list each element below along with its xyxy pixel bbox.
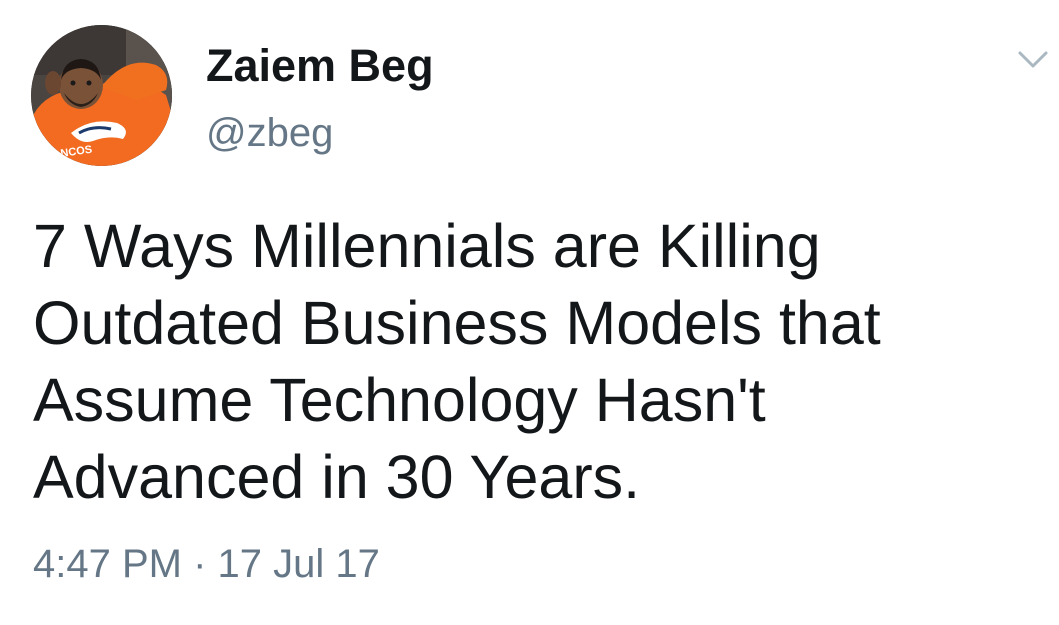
- tweet-card: NCOS Zaiem Beg @zbeg 7 Ways Millennials …: [0, 0, 1059, 625]
- tweet-text: 7 Ways Millennials are Killing Outdated …: [33, 208, 1033, 516]
- tweet-timestamp[interactable]: 4:47 PM · 17 Jul 17: [33, 540, 380, 588]
- tweet-menu-button[interactable]: [1016, 48, 1050, 72]
- tweet-text-line: Assume Technology Hasn't: [33, 366, 766, 434]
- tweet-text-line: Outdated Business Models that: [33, 289, 881, 357]
- user-avatar[interactable]: NCOS: [31, 25, 172, 166]
- tweet-text-line: Advanced in 30 Years.: [33, 443, 641, 511]
- chevron-down-icon: [1018, 51, 1048, 68]
- avatar-photo-icon: NCOS: [31, 25, 172, 166]
- tweet-text-line: 7 Ways Millennials are Killing: [33, 212, 821, 280]
- author-handle[interactable]: @zbeg: [206, 110, 333, 156]
- author-display-name[interactable]: Zaiem Beg: [206, 40, 434, 92]
